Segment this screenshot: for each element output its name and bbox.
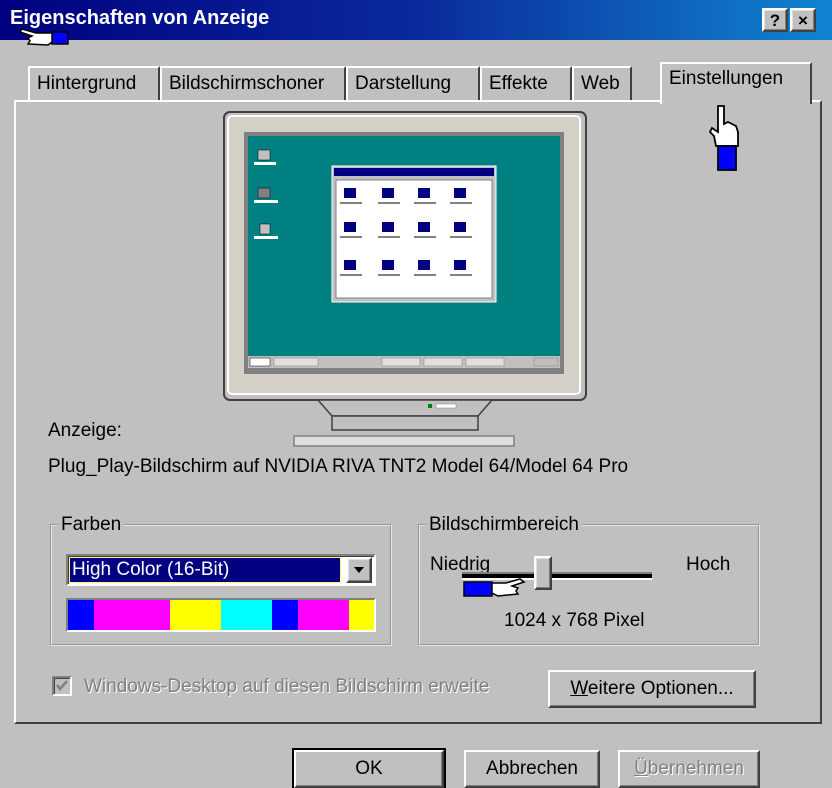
title-bar[interactable]: Eigenschaften von Anzeige ? ×	[0, 0, 832, 40]
cancel-button[interactable]: Abbrechen	[464, 750, 600, 788]
tab-hintergrund[interactable]: Hintergrund	[28, 66, 160, 100]
colors-dropdown[interactable]: High Color (16-Bit)	[66, 554, 376, 586]
color-swatch	[221, 600, 247, 630]
color-swatch	[323, 600, 349, 630]
color-swatch	[119, 600, 145, 630]
close-button[interactable]: ×	[790, 8, 816, 32]
color-swatch	[348, 600, 374, 630]
apply-button[interactable]: Übernehmen	[618, 750, 760, 788]
color-swatch	[68, 600, 94, 630]
tab-effekte[interactable]: Effekte	[480, 66, 572, 100]
display-device-name: Plug_Play-Bildschirm auf NVIDIA RIVA TNT…	[48, 456, 629, 477]
extend-desktop-checkbox[interactable]	[52, 676, 72, 696]
more-options-button[interactable]: Weitere Optionen...	[548, 670, 756, 708]
color-palette-bar	[66, 598, 376, 632]
help-button[interactable]: ?	[762, 8, 788, 32]
extend-desktop-label: Windows-Desktop auf diesen Bildschirm er…	[84, 676, 490, 697]
ok-button[interactable]: OK	[292, 748, 446, 788]
color-swatch	[246, 600, 272, 630]
color-swatch	[144, 600, 170, 630]
colors-group-label: Farben	[61, 514, 122, 535]
apply-accel: Ü	[634, 758, 648, 779]
apply-label: bernehmen	[647, 758, 744, 779]
resolution-high-label: Hoch	[686, 554, 731, 575]
resolution-value: 1024 x 768 Pixel	[504, 610, 645, 631]
tab-einstellungen[interactable]: Einstellungen	[660, 62, 812, 104]
tab-darstellung[interactable]: Darstellung	[346, 66, 480, 100]
color-swatch	[93, 600, 119, 630]
chevron-down-icon	[354, 567, 364, 573]
color-swatch	[297, 600, 323, 630]
pointing-hand-icon	[708, 102, 744, 180]
monitor-preview	[222, 110, 588, 456]
tab-web[interactable]: Web	[572, 66, 632, 100]
color-swatch	[170, 600, 196, 630]
more-options-accel: W	[570, 678, 588, 699]
color-swatch	[272, 600, 298, 630]
hand-cursor-icon	[462, 576, 540, 606]
tab-bildschirmschoner[interactable]: Bildschirmschoner	[160, 66, 346, 100]
display-label: Anzeige:	[48, 420, 122, 441]
hand-cursor-icon	[18, 26, 72, 54]
more-options-label: eitere Optionen...	[587, 678, 734, 699]
colors-dropdown-value: High Color (16-Bit)	[69, 557, 341, 583]
color-swatch	[195, 600, 221, 630]
dropdown-arrow-button[interactable]	[346, 557, 372, 583]
checkmark-icon	[56, 680, 68, 691]
screen-area-group-label: Bildschirmbereich	[429, 514, 579, 535]
